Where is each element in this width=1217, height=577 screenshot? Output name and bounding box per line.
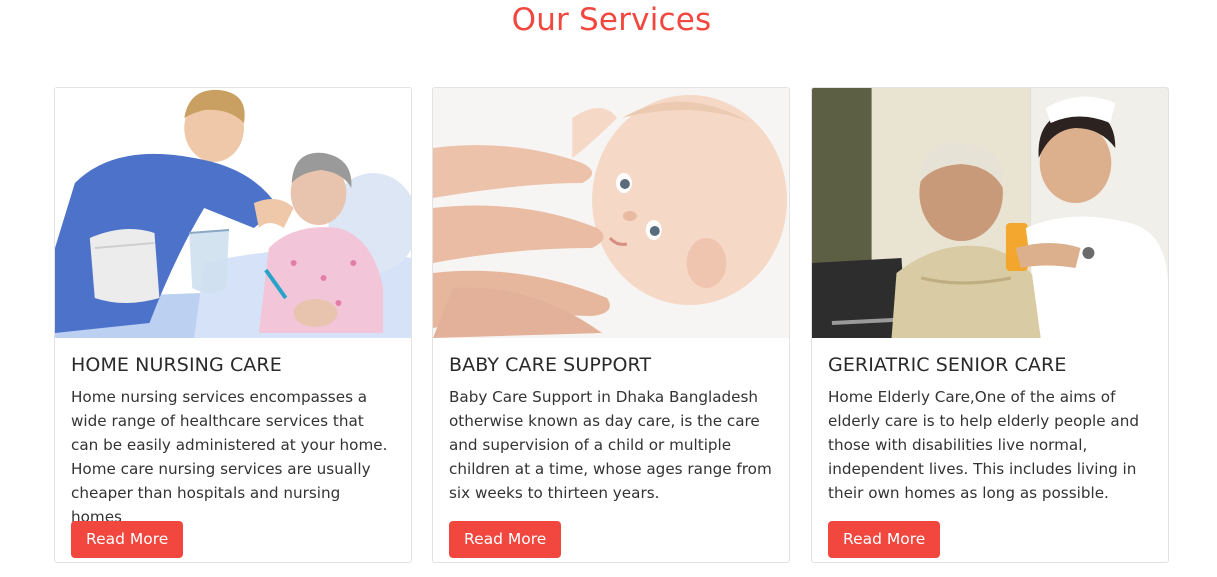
card-description: Home nursing services encompasses a wide… xyxy=(71,388,388,526)
service-image-geriatric xyxy=(812,88,1168,338)
service-image-baby-care xyxy=(433,88,789,338)
card-description: Baby Care Support in Dhaka Bangladesh ot… xyxy=(449,388,772,502)
card-body: BABY CARE SUPPORT Baby Care Support in D… xyxy=(433,338,789,558)
card-title: GERIATRIC SENIOR CARE xyxy=(828,354,1067,376)
read-more-button[interactable]: Read More xyxy=(449,521,562,558)
read-more-button[interactable]: Read More xyxy=(71,521,184,558)
card-title: BABY CARE SUPPORT xyxy=(449,354,652,376)
section-title: Our Services xyxy=(511,2,712,38)
service-card-home-nursing: HOME NURSING CARE Home nursing services … xyxy=(54,87,412,563)
service-card-baby-care: BABY CARE SUPPORT Baby Care Support in D… xyxy=(432,87,790,563)
card-description: Home Elderly Care,One of the aims of eld… xyxy=(828,388,1139,502)
service-card-geriatric: GERIATRIC SENIOR CARE Home Elderly Care,… xyxy=(811,87,1169,563)
card-title: HOME NURSING CARE xyxy=(71,354,282,376)
services-section: Our Services HOME NURSING CARE Home nurs… xyxy=(0,0,1217,577)
card-body: GERIATRIC SENIOR CARE Home Elderly Care,… xyxy=(812,338,1168,558)
card-body: HOME NURSING CARE Home nursing services … xyxy=(55,338,411,558)
service-image-home-nursing xyxy=(55,88,411,338)
read-more-button[interactable]: Read More xyxy=(828,521,941,558)
